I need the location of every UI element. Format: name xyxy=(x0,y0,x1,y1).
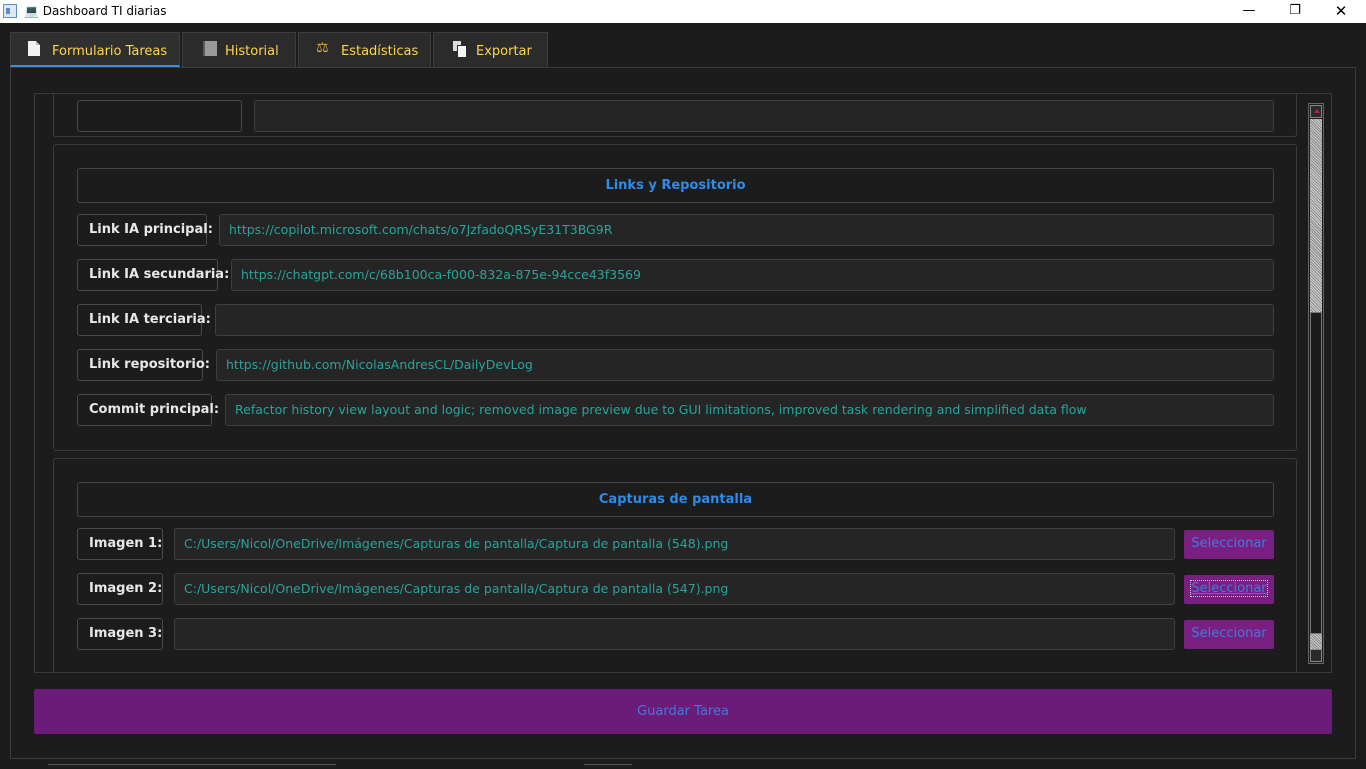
label-link-ia-secundaria: Link IA secundaria: xyxy=(77,259,229,291)
button-label: Seleccionar xyxy=(1190,580,1268,597)
select-imagen-3-button[interactable]: Seleccionar xyxy=(1184,620,1274,649)
tab-formulario-tareas[interactable]: Formulario Tareas xyxy=(10,32,180,67)
minimize-button[interactable]: — xyxy=(1226,0,1272,23)
document-icon xyxy=(28,41,40,56)
scale-icon: ⚖ xyxy=(316,40,329,56)
window-title: 💻 Dashboard TI diarias xyxy=(24,4,167,18)
captures-group: Capturas de pantalla Imagen 1: C:/Users/… xyxy=(53,458,1297,672)
button-label: Seleccionar xyxy=(1191,536,1267,551)
tab-label: Exportar xyxy=(476,44,532,59)
scroll-up-arrow-icon[interactable] xyxy=(1310,105,1322,118)
bottom-edge-hint xyxy=(48,764,336,769)
tab-estadisticas[interactable]: ⚖ Estadísticas xyxy=(298,32,431,67)
vertical-scrollbar[interactable] xyxy=(1308,103,1324,664)
save-task-button[interactable]: Guardar Tarea xyxy=(34,689,1332,734)
tab-label: Estadísticas xyxy=(341,44,419,59)
label-link-repositorio: Link repositorio: xyxy=(77,349,210,381)
tab-label: Formulario Tareas xyxy=(52,44,168,59)
form-scroll-area[interactable]: Links y Repositorio Link IA principal: h… xyxy=(34,93,1332,673)
app-icon xyxy=(3,4,17,18)
link-ia-principal-input[interactable]: https://copilot.microsoft.com/chats/o7Jz… xyxy=(219,214,1274,246)
imagen-3-path-input[interactable] xyxy=(174,618,1175,650)
link-ia-terciaria-input[interactable] xyxy=(215,304,1274,336)
select-imagen-1-button[interactable]: Seleccionar xyxy=(1184,530,1274,559)
tab-exportar[interactable]: Exportar xyxy=(433,32,548,67)
label-link-ia-terciaria: Link IA terciaria: xyxy=(77,304,211,336)
button-label: Seleccionar xyxy=(1191,626,1267,641)
maximize-button[interactable]: ❐ xyxy=(1272,0,1318,23)
link-repositorio-input[interactable]: https://github.com/NicolasAndresCL/Daily… xyxy=(216,349,1274,381)
commit-principal-input[interactable]: Refactor history view layout and logic; … xyxy=(225,394,1274,426)
imagen-2-path-input[interactable]: C:/Users/Nicol/OneDrive/Imágenes/Captura… xyxy=(174,573,1175,605)
captures-header: Capturas de pantalla xyxy=(77,482,1274,517)
scroll-down-arrow-icon[interactable] xyxy=(1310,649,1322,662)
field-partial[interactable] xyxy=(254,100,1274,132)
bottom-edge-hint xyxy=(584,764,632,769)
copy-icon xyxy=(453,41,467,58)
book-icon xyxy=(203,41,217,56)
label-imagen-3: Imagen 3: xyxy=(77,618,163,650)
label-commit-principal: Commit principal: xyxy=(77,394,219,426)
links-group: Links y Repositorio Link IA principal: h… xyxy=(53,144,1297,451)
tab-bar: Formulario Tareas Historial ⚖ Estadístic… xyxy=(0,23,1366,68)
select-imagen-2-button[interactable]: Seleccionar xyxy=(1184,575,1274,604)
imagen-1-path-input[interactable]: C:/Users/Nicol/OneDrive/Imágenes/Captura… xyxy=(174,528,1175,560)
link-ia-secundaria-input[interactable]: https://chatgpt.com/c/68b100ca-f000-832a… xyxy=(231,259,1274,291)
close-button[interactable]: ✕ xyxy=(1318,0,1364,23)
tab-label: Historial xyxy=(225,44,279,59)
previous-group xyxy=(53,94,1297,137)
scrollbar-thumb[interactable] xyxy=(1310,312,1322,634)
tab-historial[interactable]: Historial xyxy=(182,32,296,67)
label-imagen-1: Imagen 1: xyxy=(77,528,163,560)
label-link-ia-principal: Link IA principal: xyxy=(77,214,213,246)
label-imagen-2: Imagen 2: xyxy=(77,573,163,605)
links-header: Links y Repositorio xyxy=(77,168,1274,203)
title-bar: 💻 Dashboard TI diarias — ❐ ✕ xyxy=(0,0,1366,23)
label-box-partial xyxy=(77,100,242,132)
